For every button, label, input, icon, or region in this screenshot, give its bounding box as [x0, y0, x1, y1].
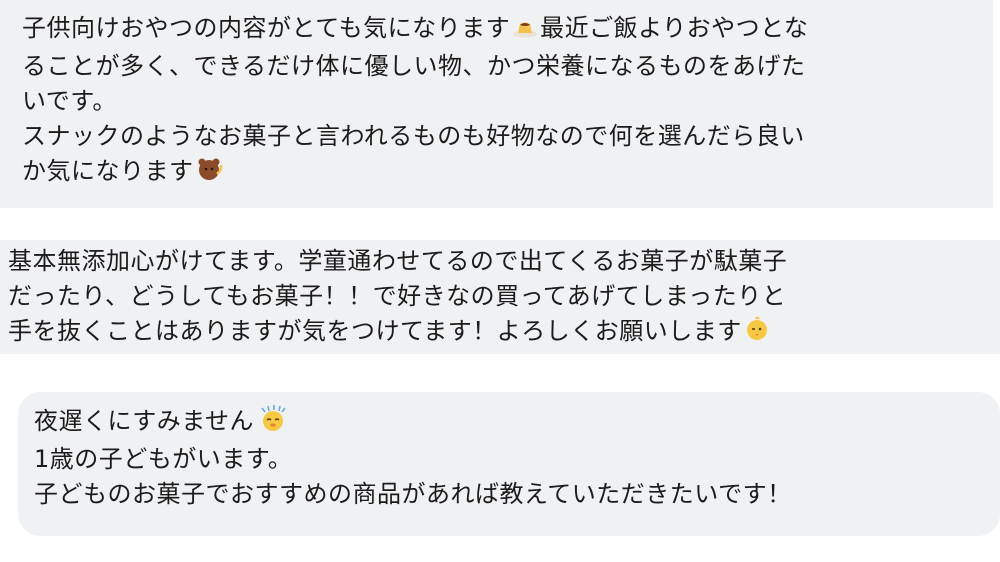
message-line: 基本無添加心がけてます。学童通わせてるので出てくるお菓子が駄菓子: [8, 247, 788, 275]
message-text: 夜遅くにすみません: [34, 407, 255, 435]
message-line: 1歳の子どもがいます。: [34, 445, 293, 473]
thinking-bear-emoji: [196, 156, 224, 192]
message-text: か気になります: [22, 157, 194, 185]
message-line: 子どものお菓子でおすすめの商品があれば教えていただきたいです！: [34, 480, 792, 508]
message-line: ることが多く、できるだけ体に優しい物、かつ栄養になるものをあげた: [22, 52, 806, 80]
chat-screenshot: 子供向けおやつの内容がとても気になります 最近ご飯よりおやつとな ることが多く、で…: [0, 0, 1000, 562]
message-text: 手を抜くことはありますが気をつけてます！よろしくお願いします: [8, 317, 742, 345]
message-line: 夜遅くにすみません: [34, 404, 1000, 442]
message-line: か気になります: [22, 154, 993, 192]
message-line: いです。: [22, 87, 117, 115]
message-line: 子供向けおやつの内容がとても気になります 最近ご飯よりおやつとな: [22, 11, 993, 49]
message-line: スナックのようなお菓子と言われるものも好物なので何を選んだら良い: [22, 122, 805, 150]
sweating-chick-emoji: [256, 404, 290, 442]
winking-chick-emoji: [744, 316, 770, 352]
message-line: だったり、どうしてもお菓子！！で好きなの買ってあげてしまったりと: [8, 282, 787, 310]
pudding-emoji: [512, 14, 538, 49]
message-text: 子供向けおやつの内容がとても気になります: [22, 14, 511, 42]
message-line: 手を抜くことはありますが気をつけてます！よろしくお願いします: [8, 314, 1000, 352]
message-bubble-2: 基本無添加心がけてます。学童通わせてるので出てくるお菓子が駄菓子 だったり、どう…: [0, 240, 1000, 354]
message-bubble-1: 子供向けおやつの内容がとても気になります 最近ご飯よりおやつとな ることが多く、で…: [0, 0, 993, 208]
message-text: 最近ご飯よりおやつとな: [540, 14, 809, 42]
message-bubble-3: 夜遅くにすみません 1歳の子どもがいます。 子どものお菓子でおすすめの商品があれ…: [18, 392, 1000, 536]
